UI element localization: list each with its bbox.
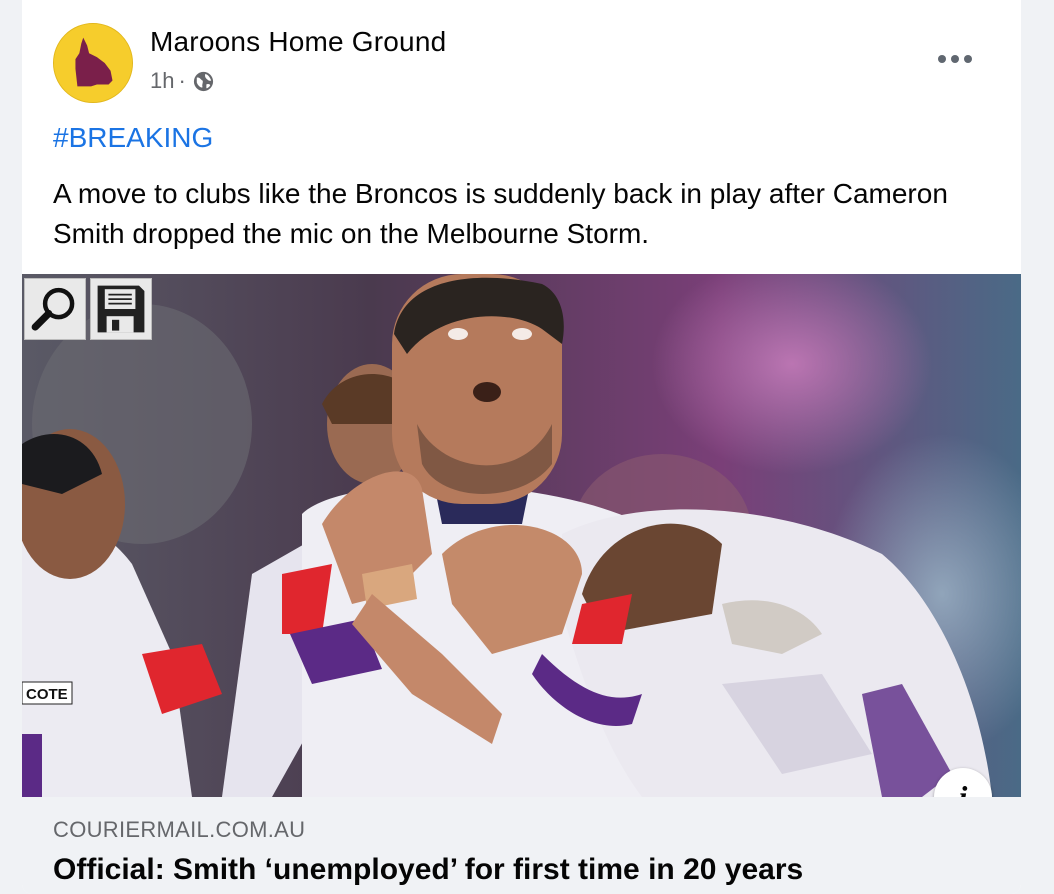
- page-avatar[interactable]: [53, 23, 133, 103]
- hashtag-link[interactable]: #BREAKING: [53, 122, 213, 154]
- post-meta: 1h ·: [150, 68, 215, 94]
- meta-separator: ·: [178, 68, 186, 93]
- post-card: Maroons Home Ground 1h · #BREAKING A mov…: [22, 0, 1021, 894]
- zoom-tool-button[interactable]: [24, 278, 86, 340]
- link-preview[interactable]: COURIERMAIL.COM.AU Official: Smith ‘unem…: [22, 797, 1021, 894]
- jersey-text: COTE: [26, 686, 68, 703]
- floppy-disk-icon: [97, 285, 145, 333]
- link-headline[interactable]: Official: Smith ‘unemployed’ for first t…: [53, 853, 803, 887]
- globe-icon[interactable]: [192, 70, 215, 93]
- save-tool-button[interactable]: [90, 278, 152, 340]
- page-name[interactable]: Maroons Home Ground: [150, 26, 446, 58]
- post-text: A move to clubs like the Broncos is sudd…: [53, 178, 948, 249]
- magnifier-icon: [31, 287, 75, 331]
- post-time[interactable]: 1h: [150, 68, 174, 94]
- post-image[interactable]: COTE: [22, 274, 1021, 797]
- more-options-button[interactable]: [932, 46, 978, 72]
- link-domain: COURIERMAIL.COM.AU: [53, 817, 306, 842]
- more-options-icon: [938, 55, 946, 63]
